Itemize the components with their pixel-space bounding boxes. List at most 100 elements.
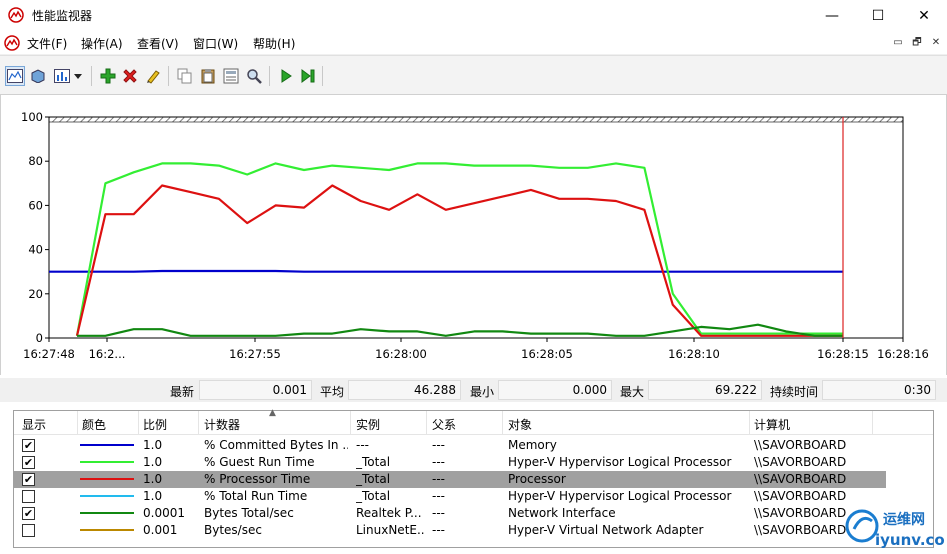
change-graph-type-icon[interactable] xyxy=(52,66,72,86)
x-tick-label: 16:28:15 xyxy=(817,347,869,361)
menu-action[interactable]: 操作(A) xyxy=(81,35,123,52)
y-tick-label: 100 xyxy=(21,110,43,124)
object-cell: Network Interface xyxy=(508,506,616,520)
show-checkbox[interactable]: ✔ xyxy=(22,439,35,452)
view-graph-icon[interactable] xyxy=(5,66,25,86)
instance-cell: LinuxNetE... xyxy=(356,523,424,537)
header-object[interactable]: 对象 xyxy=(508,416,532,433)
show-checkbox[interactable] xyxy=(22,490,35,503)
instance-cell: _Total xyxy=(356,489,391,503)
dropdown-arrow-icon[interactable] xyxy=(72,66,84,86)
minimize-button[interactable]: — xyxy=(809,0,855,31)
perfmon-doc-icon[interactable] xyxy=(4,35,20,51)
counter-cell: Bytes/sec xyxy=(204,523,262,537)
add-counter-icon[interactable] xyxy=(98,66,118,86)
view-histogram-icon[interactable] xyxy=(28,66,48,86)
last-value: 0.001 xyxy=(199,380,312,400)
header-color[interactable]: 颜色 xyxy=(82,416,106,433)
table-row[interactable]: ✔ 1.0 % Processor Time _Total --- Proces… xyxy=(14,471,886,488)
show-checkbox[interactable]: ✔ xyxy=(22,507,35,520)
x-tick-label: 16:28:10 xyxy=(668,347,720,361)
counter-cell: % Total Run Time xyxy=(204,489,308,503)
table-row[interactable]: ✔ 1.0 % Committed Bytes In ... --- --- M… xyxy=(14,437,886,454)
menu-window[interactable]: 窗口(W) xyxy=(193,35,238,52)
minimum-label: 最小 xyxy=(470,385,495,399)
unfreeze-display-icon[interactable] xyxy=(276,66,296,86)
y-tick-label: 20 xyxy=(28,287,43,301)
x-tick-label: 16:27:48 xyxy=(23,347,75,361)
copy-properties-icon[interactable] xyxy=(175,66,195,86)
series-color-swatch xyxy=(80,529,134,531)
watermark-url: iyunv.com xyxy=(875,531,945,549)
duration-value: 0:30 xyxy=(822,380,936,400)
x-tick-label: 16:2... xyxy=(89,347,126,361)
delete-counter-icon[interactable] xyxy=(120,66,140,86)
series-color-swatch xyxy=(80,461,134,463)
graph-panel: 100 80 60 40 20 0 16:27:48 16:2... 16:27:55 16:28… xyxy=(0,95,947,375)
parent-cell: --- xyxy=(432,523,445,537)
header-show[interactable]: 显示 xyxy=(22,416,46,433)
header-scale[interactable]: 比例 xyxy=(143,416,167,433)
parent-cell: --- xyxy=(432,455,445,469)
table-row[interactable]: ✔ 0.0001 Bytes Total/sec Realtek P... --… xyxy=(14,505,886,522)
parent-cell: --- xyxy=(432,438,445,452)
scale-cell: 1.0 xyxy=(143,438,163,452)
instance-cell: --- xyxy=(356,438,369,452)
counter-cell: % Guest Run Time xyxy=(204,455,315,469)
object-cell: Processor xyxy=(508,472,566,486)
counter-list: 显示 颜色 比例 计数器 ▲ 实例 父系 对象 计算机 ✔ 1.0 % Comm… xyxy=(13,408,934,548)
window-title: 性能监视器 xyxy=(32,9,93,23)
instance-cell: Realtek P... xyxy=(356,506,422,520)
close-button[interactable]: ✕ xyxy=(901,0,947,31)
title-bar: 性能监视器 — ☐ ✕ xyxy=(0,0,947,31)
counter-cell: % Processor Time xyxy=(204,472,311,486)
plot-hatch-strip xyxy=(48,116,904,123)
computer-cell: \\SAVORBOARD xyxy=(754,472,847,486)
average-value: 46.288 xyxy=(348,380,461,400)
header-computer[interactable]: 计算机 xyxy=(754,416,790,433)
header-parent[interactable]: 父系 xyxy=(432,416,456,433)
show-checkbox[interactable]: ✔ xyxy=(22,473,35,486)
counter-list-header: 显示 颜色 比例 计数器 ▲ 实例 父系 对象 计算机 xyxy=(14,408,933,435)
paste-counter-list-icon[interactable] xyxy=(198,66,218,86)
performance-line-chart[interactable]: 100 80 60 40 20 0 16:27:48 16:2... 16:27:55 16:28… xyxy=(1,95,946,375)
properties-icon[interactable] xyxy=(221,66,241,86)
maximize-button[interactable]: ☐ xyxy=(855,0,901,31)
parent-cell: --- xyxy=(432,489,445,503)
mdi-restore-button[interactable]: 🗗 xyxy=(909,36,925,50)
average-label: 平均 xyxy=(320,385,345,399)
y-tick-label: 60 xyxy=(28,198,43,212)
table-row[interactable]: 1.0 % Total Run Time _Total --- Hyper-V … xyxy=(14,488,886,505)
watermark-cn: 运维网 xyxy=(883,511,925,528)
scale-cell: 1.0 xyxy=(143,489,163,503)
menu-bar: 文件(F) 操作(A) 查看(V) 窗口(W) 帮助(H) ▭ 🗗 ✕ xyxy=(0,31,947,55)
show-checkbox[interactable] xyxy=(22,524,35,537)
table-row[interactable]: 0.001 Bytes/sec LinuxNetE... --- Hyper-V… xyxy=(14,522,886,539)
instance-cell: _Total xyxy=(356,455,391,469)
show-checkbox[interactable]: ✔ xyxy=(22,456,35,469)
statistics-bar: 最新 0.001 平均 46.288 最小 0.000 最大 69.222 持续… xyxy=(0,378,947,402)
highlight-icon[interactable] xyxy=(143,66,163,86)
menu-view[interactable]: 查看(V) xyxy=(137,35,179,52)
header-instance[interactable]: 实例 xyxy=(356,416,380,433)
header-counter[interactable]: 计数器 xyxy=(204,416,240,433)
zoom-icon[interactable] xyxy=(244,66,264,86)
object-cell: Hyper-V Hypervisor Logical Processor xyxy=(508,455,732,469)
menu-help[interactable]: 帮助(H) xyxy=(253,35,295,52)
mdi-close-button[interactable]: ✕ xyxy=(928,36,944,50)
y-tick-label: 40 xyxy=(28,243,43,257)
maximum-value: 69.222 xyxy=(648,380,762,400)
update-data-icon[interactable] xyxy=(298,66,318,86)
computer-cell: \\SAVORBOARD xyxy=(754,489,847,503)
scale-cell: 0.0001 xyxy=(143,506,185,520)
table-row[interactable]: ✔ 1.0 % Guest Run Time _Total --- Hyper-… xyxy=(14,454,886,471)
x-tick-label: 16:28:16 xyxy=(877,347,929,361)
computer-cell: \\SAVORBOARD xyxy=(754,455,847,469)
y-tick-label: 80 xyxy=(28,154,43,168)
mdi-minimize-button[interactable]: ▭ xyxy=(890,36,906,50)
object-cell: Hyper-V Virtual Network Adapter xyxy=(508,523,704,537)
scale-cell: 1.0 xyxy=(143,472,163,486)
object-cell: Hyper-V Hypervisor Logical Processor xyxy=(508,489,732,503)
x-tick-label: 16:27:55 xyxy=(229,347,281,361)
menu-file[interactable]: 文件(F) xyxy=(27,35,67,52)
